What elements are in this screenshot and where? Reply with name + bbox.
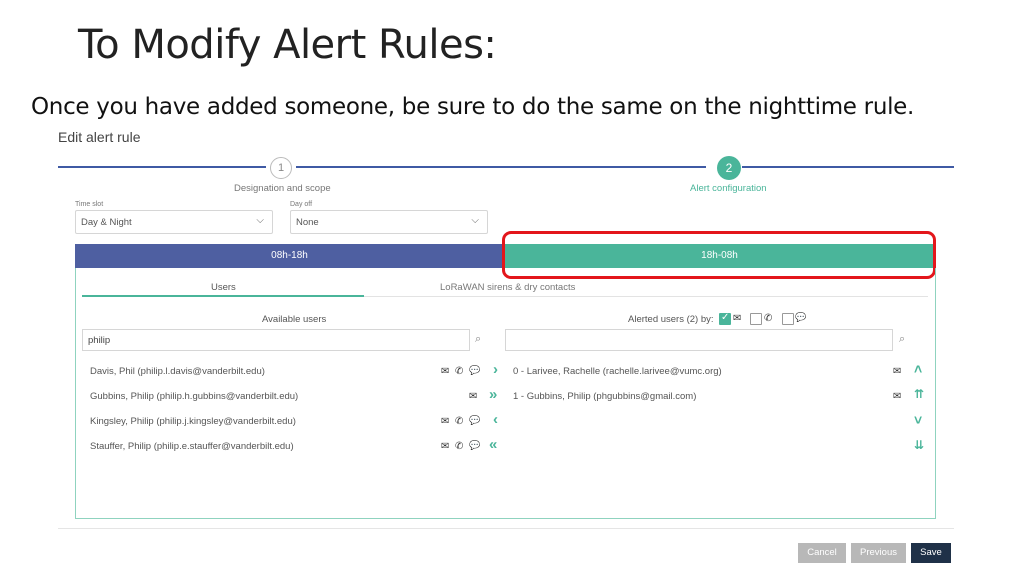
chat-icon: 💬 — [469, 365, 481, 375]
phone-icon: ✆ — [764, 313, 773, 324]
alerted-user-row[interactable]: 0 - Larivee, Rachelle (rachelle.larivee@… — [513, 366, 722, 377]
move-left-icon[interactable]: ‹ — [493, 411, 498, 428]
move-up-icon[interactable]: ˄ — [914, 361, 922, 377]
day-off-label: Day off — [290, 201, 313, 208]
slide-title: To Modify Alert Rules: — [78, 22, 497, 68]
panel-title: Edit alert rule — [58, 129, 141, 145]
available-search-input[interactable]: philip — [82, 329, 470, 351]
tab-divider — [364, 296, 928, 297]
chevron-down-icon: ⌵ — [471, 215, 479, 226]
step-2-label: Alert configuration — [690, 183, 767, 194]
stepper-line — [296, 166, 706, 168]
chevron-down-icon: ⌵ — [256, 215, 264, 226]
stepper-line — [742, 166, 954, 168]
move-bottom-icon[interactable]: ⇊ — [914, 438, 924, 452]
tab-day[interactable]: 08h-18h — [75, 244, 504, 268]
chat-icon: 💬 — [469, 440, 481, 450]
mail-icon: ✉ — [441, 416, 450, 427]
mail-icon: ✉ — [893, 391, 902, 402]
move-right-icon[interactable]: › — [493, 361, 498, 378]
footer-divider — [58, 528, 954, 529]
move-all-left-icon[interactable]: « — [489, 436, 497, 453]
save-button[interactable]: Save — [911, 543, 951, 563]
time-slot-label: Time slot — [75, 201, 104, 208]
tab-active-indicator — [82, 295, 364, 297]
available-user-row[interactable]: Davis, Phil (philip.l.davis@vanderbilt.e… — [90, 366, 265, 377]
previous-button[interactable]: Previous — [851, 543, 906, 563]
search-icon[interactable]: ⌕ — [475, 333, 481, 346]
available-user-row[interactable]: Stauffer, Philip (philip.e.stauffer@vand… — [90, 441, 294, 452]
step-1-circle[interactable]: 1 — [270, 157, 292, 179]
day-off-select[interactable]: None ⌵ — [290, 210, 488, 234]
phone-icon: ✆ — [455, 366, 464, 377]
chat-icon: 💬 — [795, 312, 807, 322]
available-user-row[interactable]: Kingsley, Philip (philip.j.kingsley@vand… — [90, 416, 296, 427]
alerted-search-input[interactable] — [505, 329, 893, 351]
phone-icon: ✆ — [455, 416, 464, 427]
email-checkbox[interactable] — [719, 312, 731, 325]
step-2-circle[interactable]: 2 — [717, 156, 741, 180]
alerted-user-row[interactable]: 1 - Gubbins, Philip (phgubbins@gmail.com… — [513, 391, 696, 402]
phone-checkbox[interactable] — [750, 313, 762, 325]
chat-checkbox[interactable] — [782, 313, 794, 325]
available-users-label: Available users — [262, 314, 327, 325]
mail-icon: ✉ — [469, 391, 478, 402]
move-top-icon[interactable]: ⇈ — [914, 387, 924, 401]
available-user-row[interactable]: Gubbins, Philip (philip.h.gubbins@vander… — [90, 391, 298, 402]
time-slot-value: Day & Night — [81, 217, 132, 228]
slide-subtitle: Once you have added someone, be sure to … — [31, 94, 915, 120]
mail-icon: ✉ — [441, 366, 450, 377]
time-slot-select[interactable]: Day & Night ⌵ — [75, 210, 273, 234]
phone-icon: ✆ — [455, 441, 464, 452]
tab-lorawan[interactable]: LoRaWAN sirens & dry contacts — [440, 282, 575, 293]
day-off-value: None — [296, 217, 319, 228]
mail-icon: ✉ — [733, 313, 742, 324]
cancel-button[interactable]: Cancel — [798, 543, 846, 563]
tab-users[interactable]: Users — [211, 282, 236, 293]
mail-icon: ✉ — [441, 441, 450, 452]
mail-icon: ✉ — [893, 366, 902, 377]
chat-icon: 💬 — [469, 415, 481, 425]
step-1-label: Designation and scope — [234, 183, 331, 194]
move-all-right-icon[interactable]: » — [489, 386, 497, 403]
alerted-users-label: Alerted users (2) by: — [628, 314, 714, 325]
stepper-line — [58, 166, 266, 168]
move-down-icon[interactable]: ˅ — [914, 412, 922, 428]
search-icon[interactable]: ⌕ — [899, 333, 905, 346]
